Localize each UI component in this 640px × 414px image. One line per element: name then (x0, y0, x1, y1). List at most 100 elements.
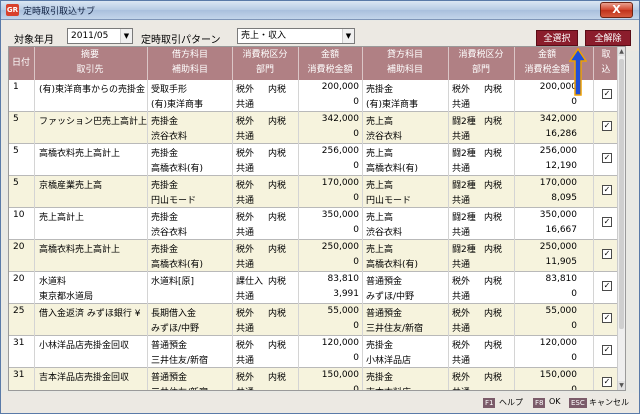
cell-camount: 350,000 (539, 210, 577, 220)
column-divider (232, 112, 233, 144)
column-divider (147, 368, 148, 390)
cell-ctax2: 内税 (484, 373, 503, 383)
cell-dtax2: 内税 (268, 85, 287, 95)
cell-credit: 売上高 (366, 149, 394, 159)
header-amount: 金額 (320, 50, 339, 60)
cell-cdept: 共通 (452, 164, 471, 174)
scroll-down-icon[interactable]: ▼ (618, 381, 625, 390)
table-row[interactable]: 31吉本洋品店売掛金回収普通預金三井住友/新宿税外内税共通150,0000売掛金… (9, 368, 619, 390)
table-row[interactable]: 25 借入金返済 みずほ銀行 ¥ 長期借入金 みずほ/中野 税外 内税 共通 55,000 0 普… (9, 304, 619, 336)
column-divider (232, 368, 233, 390)
cell-tax: 0 (353, 97, 359, 107)
import-checkbox[interactable]: ✓ (602, 89, 612, 99)
import-checkbox[interactable]: ✓ (602, 281, 612, 291)
table-row[interactable]: 20 水道料 東京都水道局 水道料[原] 課仕入 内税 共通 83,810 3,991 普通預金み… (9, 272, 619, 304)
cell-amount: 170,000 (321, 178, 359, 188)
cell-debit-sub: みずほ/中野 (151, 324, 200, 334)
cell-summary: 高橋衣料売上高計上 (39, 149, 121, 159)
column-divider (448, 144, 449, 176)
header-debit-sub: 補助科目 (171, 65, 208, 75)
cell-debit: 長期借入金 (151, 309, 197, 319)
cell-camount: 170,000 (539, 178, 577, 188)
close-button[interactable]: X (600, 2, 633, 18)
import-checkbox[interactable]: ✓ (602, 249, 612, 259)
import-checkbox[interactable]: ✓ (602, 313, 612, 323)
cell-dtax: 課仕入 (236, 277, 264, 287)
cancel-label[interactable]: キャンセル (589, 397, 629, 408)
cell-camount: 150,000 (539, 370, 577, 380)
esc-key-badge[interactable]: ESC (569, 398, 587, 408)
scroll-up-icon[interactable]: ▲ (618, 47, 625, 56)
column-divider (593, 80, 594, 112)
cell-ctax2: 内税 (484, 309, 503, 319)
cell-ddept: 共通 (236, 385, 276, 390)
cell-amount: 83,810 (327, 274, 360, 284)
f8-key-badge[interactable]: F8 (533, 398, 546, 408)
cell-ctax: 税外 (452, 277, 471, 287)
cell-tax: 0 (353, 161, 359, 171)
header-tax-amount: 消費税金額 (307, 65, 353, 75)
import-checkbox[interactable]: ✓ (602, 185, 612, 195)
column-divider (448, 176, 449, 208)
import-checkbox[interactable]: ✓ (602, 377, 612, 387)
cell-credit-sub: 渋谷衣料 (366, 132, 403, 142)
table-row[interactable]: 5 高橋衣料売上高計上 売掛金 高橋衣料(有) 税外 内税 共通 256,000 0 売上高 高橋衣… (9, 144, 619, 176)
cell-dtax2: 内税 (268, 213, 287, 223)
column-divider (448, 336, 449, 368)
table-row[interactable]: 5 京橋産業売上高 売掛金 円山モード 税外 内税 共通 170,000 0 売上高 円山モード 闘2… (9, 176, 619, 208)
pattern-select[interactable]: 売上・収入 ▼ (237, 28, 355, 44)
import-checkbox[interactable]: ✓ (602, 121, 612, 131)
column-divider (362, 336, 363, 368)
column-divider (147, 272, 148, 304)
cell-dtax2: 内税 (268, 373, 287, 383)
column-divider (448, 368, 449, 390)
column-divider (34, 176, 35, 208)
table-row[interactable]: 5 ファッション巴売上高計上 売掛金 渋谷衣料 税外 内税 共通 342,000 0 売上高 渋谷衣… (9, 112, 619, 144)
select-all-button[interactable]: 全選択 (536, 30, 578, 46)
cell-ctaxamt: 16,286 (545, 129, 578, 139)
column-divider (298, 176, 299, 208)
cell-summary: 小林洋品店売掛金回収 (39, 341, 130, 351)
cell-debit: 売掛金 (151, 245, 179, 255)
f1-key-badge[interactable]: F1 (483, 398, 496, 408)
cell-debit-sub: 三井住友/新宿 (151, 385, 231, 390)
cell-credit: 普通預金 (366, 277, 403, 287)
chevron-down-icon: ▼ (342, 29, 354, 43)
cell-ctaxamt: 0 (571, 321, 577, 331)
cell-credit: 売上高 (366, 117, 394, 127)
cell-debit-sub: 円山モード (151, 196, 197, 206)
column-divider (147, 112, 148, 144)
cell-debit: 売掛金 (151, 149, 179, 159)
table-row[interactable]: 31 小林洋品店売掛金回収 普通預金 三井住友/新宿 税外 内税 共通 120,000 0 売掛金… (9, 336, 619, 368)
table-row[interactable]: 20 高橋衣料売上高計上 売掛金 高橋衣料(有) 税外 内税 共通 250,000 0 売上高 高橋… (9, 240, 619, 272)
cell-camount: 83,810 (545, 274, 578, 284)
column-divider (593, 272, 594, 304)
year-month-select[interactable]: 2011/05 ▼ (67, 28, 133, 44)
column-divider (593, 336, 594, 368)
column-divider (362, 240, 363, 272)
import-checkbox[interactable]: ✓ (602, 345, 612, 355)
scroll-thumb[interactable] (619, 59, 624, 329)
cell-ctax: 税外 (452, 309, 471, 319)
column-divider (593, 176, 594, 208)
column-divider (147, 176, 148, 208)
vertical-scrollbar[interactable]: ▲ ▼ (617, 47, 625, 390)
cell-debit: 水道料[原] (151, 277, 195, 287)
cell-credit: 売掛金 (366, 85, 394, 95)
column-divider (232, 80, 233, 112)
import-checkbox[interactable]: ✓ (602, 217, 612, 227)
cell-camount: 55,000 (545, 306, 578, 316)
table-row[interactable]: 1 (有)東洋商事からの売掛金 受取手形 (有)東洋商事 税外 内税 共通 200,000 0 売… (9, 80, 619, 112)
cell-ddept: 共通 (236, 100, 255, 110)
cell-camount: 200,000 (539, 82, 577, 92)
table-row[interactable]: 10 売上高計上 売掛金 渋谷衣料 税外 内税 共通 350,000 0 売上高 渋谷衣料 闘2種 内税… (9, 208, 619, 240)
header-summary: 摘要 (80, 50, 99, 60)
deselect-all-button[interactable]: 全解除 (585, 30, 631, 46)
import-checkbox[interactable]: ✓ (602, 153, 612, 163)
column-divider (514, 208, 515, 240)
ok-label[interactable]: OK (549, 397, 561, 406)
column-divider (232, 208, 233, 240)
cell-ctax2: 内税 (484, 181, 503, 191)
help-label[interactable]: ヘルプ (499, 397, 523, 408)
year-month-label: 対象年月 (14, 35, 54, 46)
